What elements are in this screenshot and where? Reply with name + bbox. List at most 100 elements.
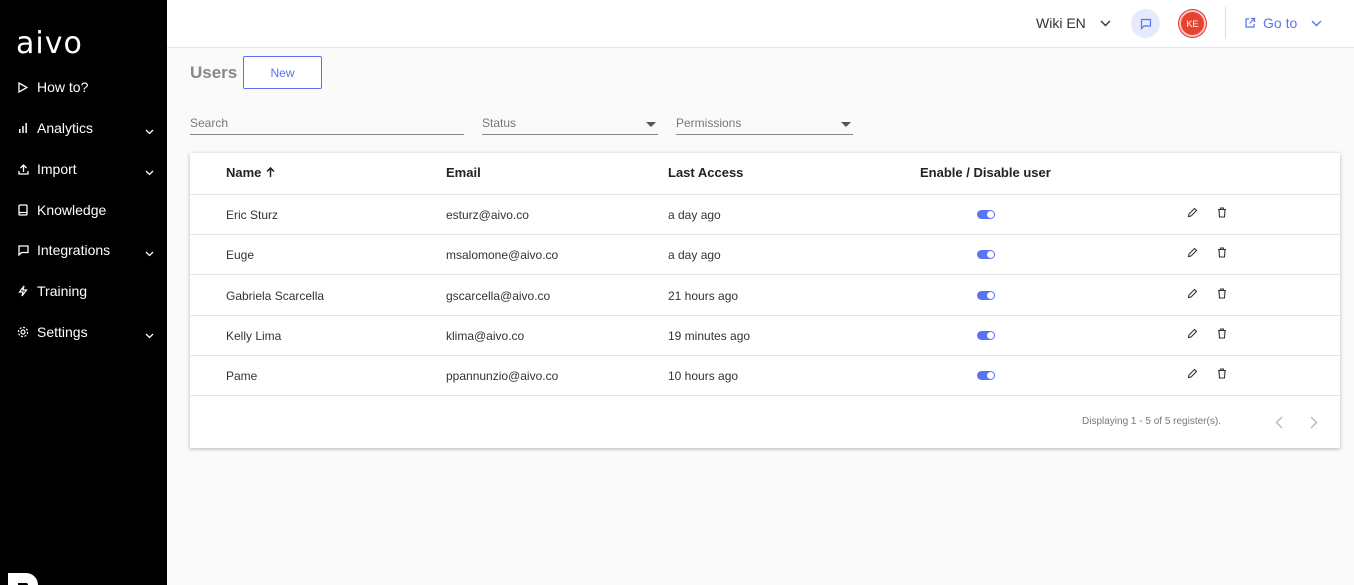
top-header: Wiki EN KE Go to: [167, 0, 1354, 48]
user-email: ppannunzio@aivo.co: [446, 369, 559, 384]
page-title: Users: [190, 63, 238, 82]
chat-icon: [1140, 18, 1151, 30]
trash-icon: [1217, 326, 1227, 344]
table-row: Gabriela Scarcella gscarcella@aivo.co 21 h…: [190, 276, 1340, 316]
sidebar-item-analytics[interactable]: Analytics: [0, 113, 167, 143]
status-label: Status: [482, 116, 517, 130]
upload-icon: [17, 163, 29, 175]
search-placeholder: Search: [190, 116, 229, 130]
user-last-access: 19 minutes ago: [668, 328, 751, 343]
goto-menu[interactable]: Go to: [1244, 15, 1322, 31]
table-row: Eric Sturz esturz@aivo.co a day ago: [190, 195, 1340, 235]
delete-button[interactable]: [1216, 366, 1228, 384]
chat-icon: [17, 244, 29, 256]
user-email: esturz@aivo.co: [446, 208, 529, 222]
trash-icon: [1217, 245, 1227, 263]
wiki-language-select[interactable]: Wiki EN: [1036, 15, 1111, 31]
avatar[interactable]: KE: [1179, 10, 1206, 37]
sidebar-item-label: How to?: [37, 79, 89, 95]
pagination-info: Displaying 1 - 5 of 5 register(s).: [1082, 416, 1221, 427]
column-header-enable: Enable / Disable user: [920, 165, 1051, 180]
table-header: Name Email Last Access Enable / Disable …: [190, 153, 1340, 195]
bar-chart-icon: [17, 122, 29, 134]
new-user-button[interactable]: New: [243, 56, 322, 89]
table-row: Euge msalomone@aivo.co a day ago: [190, 235, 1340, 276]
column-header-email: Email: [446, 165, 481, 180]
sidebar-item-label: Import: [37, 161, 77, 177]
enable-user-toggle[interactable]: [977, 250, 995, 260]
sidebar-item-label: Integrations: [37, 242, 111, 258]
wiki-label: Wiki EN: [1036, 15, 1086, 31]
sidebar-item-knowledge[interactable]: Knowledge: [0, 195, 167, 225]
next-page-button[interactable]: [1307, 415, 1321, 429]
permissions-select[interactable]: Permissions: [676, 113, 853, 135]
table-row: Kelly Lima klima@aivo.co 19 minutes ago: [190, 316, 1340, 356]
user-name: Euge: [226, 248, 255, 263]
enable-user-toggle[interactable]: [977, 330, 995, 340]
chevron-down-icon: [145, 122, 154, 138]
chevron-down-icon: [145, 244, 154, 260]
delete-button[interactable]: [1216, 286, 1228, 304]
delete-button[interactable]: [1216, 245, 1228, 263]
dropdown-arrow-icon: [841, 122, 851, 127]
lightning-icon: [17, 285, 29, 297]
help-widget-icon[interactable]: [4, 565, 44, 585]
user-name: Pame: [226, 369, 258, 384]
edit-button[interactable]: [1186, 286, 1198, 304]
user-last-access: 10 hours ago: [668, 369, 739, 384]
sort-ascending-icon: [266, 167, 275, 177]
sidebar-item-training[interactable]: Training: [0, 276, 167, 306]
gear-icon: [17, 326, 29, 338]
trash-icon: [1217, 366, 1227, 384]
pencil-icon: [1187, 366, 1198, 384]
chevron-left-icon: [1275, 415, 1283, 429]
chevron-down-icon: [1100, 20, 1111, 26]
goto-label: Go to: [1263, 15, 1298, 31]
edit-button[interactable]: [1186, 326, 1198, 344]
edit-button[interactable]: [1186, 205, 1198, 223]
pencil-icon: [1187, 205, 1198, 223]
delete-button[interactable]: [1216, 205, 1228, 223]
sidebar-item-label: Training: [37, 283, 88, 299]
sidebar-item-label: Settings: [37, 324, 88, 340]
play-icon: [17, 81, 29, 93]
delete-button[interactable]: [1216, 326, 1228, 344]
book-icon: [17, 204, 29, 216]
user-name: Kelly Lima: [226, 328, 282, 343]
sidebar-item-settings[interactable]: Settings: [0, 317, 167, 347]
user-email: klima@aivo.co: [446, 328, 525, 343]
chat-button[interactable]: [1131, 9, 1160, 38]
sidebar-item-import[interactable]: Import: [0, 154, 167, 184]
user-email: msalomone@aivo.co: [446, 248, 559, 263]
enable-user-toggle[interactable]: [977, 210, 995, 219]
chevron-right-icon: [1310, 415, 1318, 429]
external-link-icon: [1245, 17, 1256, 28]
pencil-icon: [1187, 326, 1198, 344]
edit-button[interactable]: [1186, 248, 1198, 260]
aivo-logo: aivo: [16, 26, 83, 61]
user-last-access: a day ago: [668, 208, 721, 222]
trash-icon: [1217, 286, 1227, 304]
search-input[interactable]: Search: [190, 113, 464, 135]
user-name: Eric Sturz: [226, 208, 279, 222]
users-table: Name Email Last Access Enable / Disable …: [190, 153, 1340, 448]
trash-icon: [1217, 205, 1227, 223]
prev-page-button[interactable]: [1272, 415, 1286, 429]
chevron-down-icon: [1311, 20, 1322, 26]
user-name: Gabriela Scarcella: [226, 288, 325, 303]
user-email: gscarcella@aivo.co: [446, 288, 551, 303]
enable-user-toggle[interactable]: [977, 371, 995, 381]
enable-user-toggle[interactable]: [977, 290, 995, 300]
status-select[interactable]: Status: [482, 113, 658, 135]
pencil-icon: [1187, 286, 1198, 304]
pencil-icon: [1187, 245, 1198, 263]
sidebar: aivo How to? Analytics Import Knowledge: [0, 0, 167, 585]
permissions-label: Permissions: [676, 116, 742, 130]
dropdown-arrow-icon: [646, 122, 656, 127]
sidebar-item-how-to[interactable]: How to?: [0, 72, 167, 102]
column-header-name[interactable]: Name: [226, 165, 275, 180]
column-header-last-access: Last Access: [668, 165, 744, 180]
sidebar-item-integrations[interactable]: Integrations: [0, 235, 167, 265]
sidebar-item-label: Analytics: [37, 120, 94, 136]
edit-button[interactable]: [1186, 366, 1198, 384]
